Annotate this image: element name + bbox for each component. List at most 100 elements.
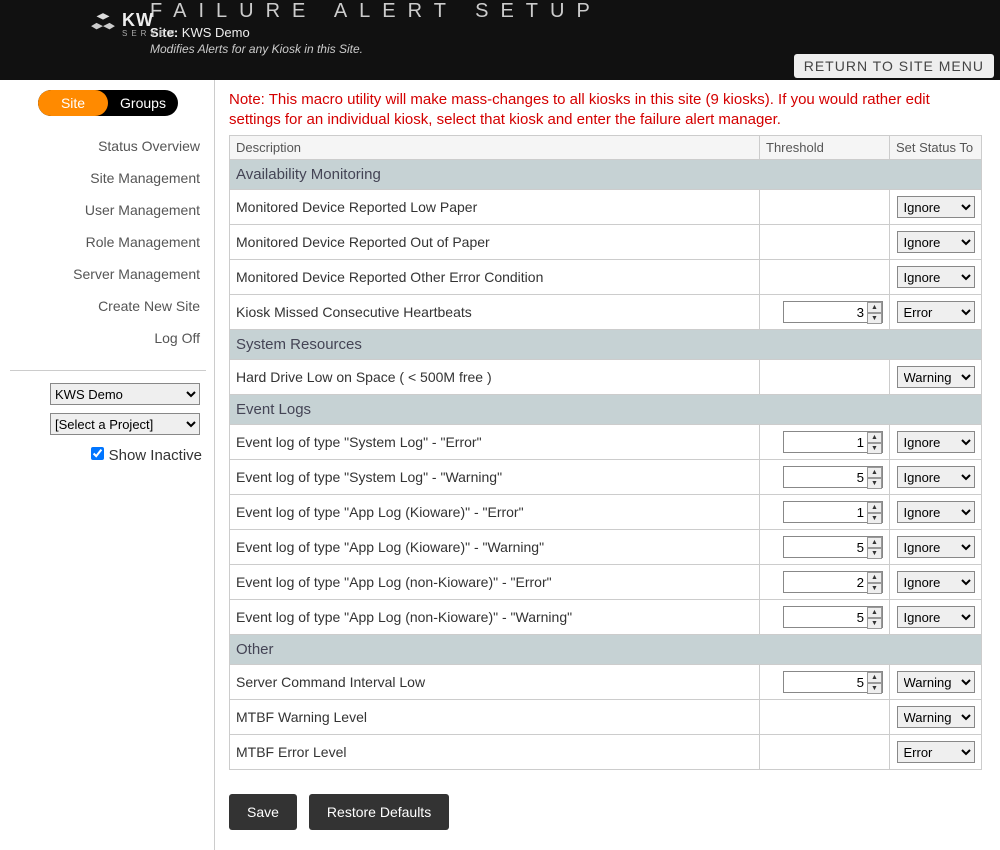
status-cell: IgnoreWarningError	[890, 600, 982, 635]
threshold-cell	[760, 225, 890, 260]
scope-tabs: Site Groups	[38, 90, 178, 116]
status-select[interactable]: IgnoreWarningError	[897, 536, 975, 558]
status-cell: IgnoreWarningError	[890, 530, 982, 565]
status-select[interactable]: IgnoreWarningError	[897, 501, 975, 523]
spinner-up-icon[interactable]: ▲	[867, 467, 882, 478]
restore-defaults-button[interactable]: Restore Defaults	[309, 794, 449, 830]
alert-description: Server Command Interval Low	[230, 665, 760, 700]
table-row: Event log of type "App Log (Kioware)" - …	[230, 495, 982, 530]
status-cell: IgnoreWarningError	[890, 495, 982, 530]
threshold-cell	[760, 700, 890, 735]
status-select[interactable]: IgnoreWarningError	[897, 196, 975, 218]
status-cell: IgnoreWarningError	[890, 460, 982, 495]
logo-text: KW	[122, 10, 179, 31]
show-inactive-checkbox[interactable]	[91, 447, 104, 460]
tab-site[interactable]: Site	[38, 90, 108, 116]
col-threshold: Threshold	[760, 136, 890, 160]
status-cell: IgnoreWarningError	[890, 295, 982, 330]
status-select[interactable]: IgnoreWarningError	[897, 606, 975, 628]
main-content: Note: This macro utility will make mass-…	[215, 80, 1000, 850]
threshold-cell: ▲▼	[760, 600, 890, 635]
alert-description: Kiosk Missed Consecutive Heartbeats	[230, 295, 760, 330]
spinner-up-icon[interactable]: ▲	[867, 432, 882, 443]
spinner-up-icon[interactable]: ▲	[867, 502, 882, 513]
threshold-cell: ▲▼	[760, 425, 890, 460]
site-select[interactable]: KWS Demo	[50, 383, 200, 405]
status-cell: IgnoreWarningError	[890, 425, 982, 460]
sidebar: Site Groups Status OverviewSite Manageme…	[0, 80, 215, 850]
spinner-up-icon[interactable]: ▲	[867, 672, 882, 683]
status-select[interactable]: IgnoreWarningError	[897, 671, 975, 693]
status-cell: IgnoreWarningError	[890, 700, 982, 735]
spinner-down-icon[interactable]: ▼	[867, 618, 882, 629]
threshold-cell	[760, 260, 890, 295]
table-row: Kiosk Missed Consecutive Heartbeats▲▼Ign…	[230, 295, 982, 330]
section-header: Other	[230, 635, 982, 665]
threshold-cell: ▲▼	[760, 665, 890, 700]
threshold-cell: ▲▼	[760, 565, 890, 600]
status-select[interactable]: IgnoreWarningError	[897, 466, 975, 488]
sidebar-item-log-off[interactable]: Log Off	[10, 322, 206, 354]
status-select[interactable]: IgnoreWarningError	[897, 366, 975, 388]
spinner-down-icon[interactable]: ▼	[867, 478, 882, 489]
alerts-table: Description Threshold Set Status To Avai…	[229, 135, 982, 770]
col-description: Description	[230, 136, 760, 160]
spinner-down-icon[interactable]: ▼	[867, 513, 882, 524]
threshold-cell	[760, 360, 890, 395]
table-row: Monitored Device Reported Other Error Co…	[230, 260, 982, 295]
spinner-up-icon[interactable]: ▲	[867, 572, 882, 583]
spinner-down-icon[interactable]: ▼	[867, 313, 882, 324]
alert-description: Monitored Device Reported Out of Paper	[230, 225, 760, 260]
status-select[interactable]: IgnoreWarningError	[897, 741, 975, 763]
table-row: Event log of type "App Log (Kioware)" - …	[230, 530, 982, 565]
table-row: Hard Drive Low on Space ( < 500M free )I…	[230, 360, 982, 395]
sidebar-item-server-management[interactable]: Server Management	[10, 258, 206, 290]
spinner-down-icon[interactable]: ▼	[867, 583, 882, 594]
spinner-down-icon[interactable]: ▼	[867, 683, 882, 694]
threshold-cell	[760, 735, 890, 770]
site-name: KWS Demo	[182, 25, 250, 40]
threshold-cell	[760, 190, 890, 225]
threshold-cell: ▲▼	[760, 530, 890, 565]
spinner-up-icon[interactable]: ▲	[867, 302, 882, 313]
sidebar-item-status-overview[interactable]: Status Overview	[10, 130, 206, 162]
show-inactive-row: Show Inactive	[10, 447, 206, 464]
status-select[interactable]: IgnoreWarningError	[897, 301, 975, 323]
project-select[interactable]: [Select a Project]	[50, 413, 200, 435]
spinner-up-icon[interactable]: ▲	[867, 607, 882, 618]
status-select[interactable]: IgnoreWarningError	[897, 571, 975, 593]
alert-description: Monitored Device Reported Other Error Co…	[230, 260, 760, 295]
site-line: Site: KWS Demo	[150, 25, 1000, 40]
table-row: Event log of type "System Log" - "Warnin…	[230, 460, 982, 495]
sidebar-divider	[10, 370, 206, 371]
status-cell: IgnoreWarningError	[890, 190, 982, 225]
spinner-down-icon[interactable]: ▼	[867, 548, 882, 559]
return-to-site-menu-button[interactable]: RETURN TO SITE MENU	[794, 54, 994, 78]
alert-description: Event log of type "App Log (Kioware)" - …	[230, 530, 760, 565]
table-row: MTBF Warning LevelIgnoreWarningError	[230, 700, 982, 735]
alert-description: Event log of type "System Log" - "Error"	[230, 425, 760, 460]
sidebar-item-role-management[interactable]: Role Management	[10, 226, 206, 258]
section-header: System Resources	[230, 330, 982, 360]
status-select[interactable]: IgnoreWarningError	[897, 231, 975, 253]
logo-icon	[90, 11, 116, 37]
save-button[interactable]: Save	[229, 794, 297, 830]
alert-description: Event log of type "App Log (non-Kioware)…	[230, 565, 760, 600]
table-row: Event log of type "App Log (non-Kioware)…	[230, 600, 982, 635]
spinner-down-icon[interactable]: ▼	[867, 443, 882, 454]
sidebar-item-site-management[interactable]: Site Management	[10, 162, 206, 194]
tab-groups[interactable]: Groups	[108, 90, 178, 116]
status-cell: IgnoreWarningError	[890, 260, 982, 295]
status-cell: IgnoreWarningError	[890, 735, 982, 770]
sidebar-item-user-management[interactable]: User Management	[10, 194, 206, 226]
status-select[interactable]: IgnoreWarningError	[897, 706, 975, 728]
sidebar-item-create-new-site[interactable]: Create New Site	[10, 290, 206, 322]
spinner-up-icon[interactable]: ▲	[867, 537, 882, 548]
status-select[interactable]: IgnoreWarningError	[897, 266, 975, 288]
table-row: Monitored Device Reported Out of Paper Ig…	[230, 225, 982, 260]
threshold-cell: ▲▼	[760, 295, 890, 330]
status-select[interactable]: IgnoreWarningError	[897, 431, 975, 453]
table-row: Event log of type "App Log (non-Kioware)…	[230, 565, 982, 600]
alert-description: Event log of type "App Log (non-Kioware)…	[230, 600, 760, 635]
threshold-cell: ▲▼	[760, 495, 890, 530]
